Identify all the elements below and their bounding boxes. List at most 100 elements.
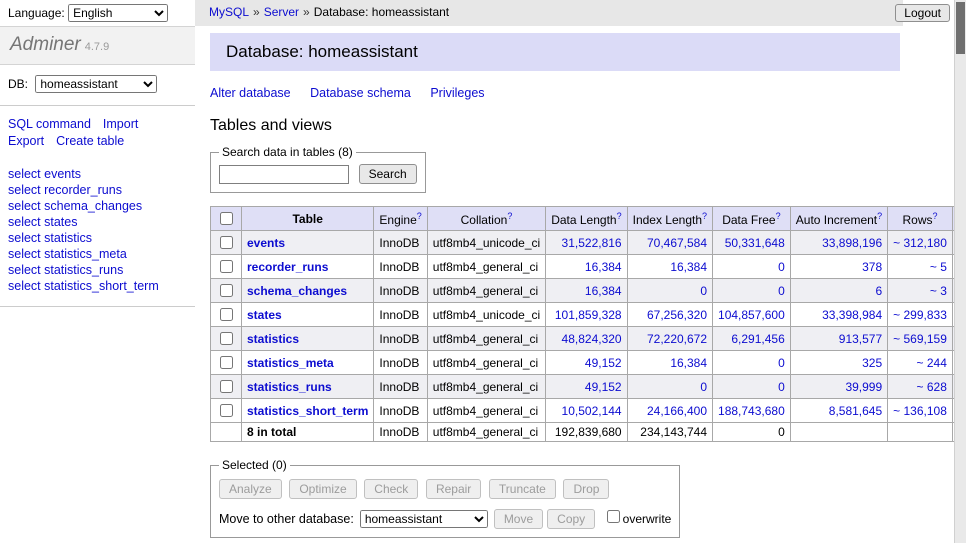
move-database-select[interactable]: homeassistant [360, 510, 488, 528]
row-checkbox[interactable] [220, 404, 233, 417]
row-checkbox[interactable] [220, 380, 233, 393]
sidebar-item-select-schema-changes[interactable]: select schema_changes [8, 198, 187, 214]
rows-count-link[interactable]: ~ 3 [930, 284, 947, 298]
select-all-checkbox[interactable] [220, 212, 233, 225]
data-free-link[interactable]: 0 [778, 380, 785, 394]
index-length-link[interactable]: 67,256,320 [647, 308, 707, 322]
help-link[interactable]: ? [877, 211, 882, 221]
index-length-link[interactable]: 24,166,400 [647, 404, 707, 418]
sidebar-item-select-events[interactable]: select events [8, 166, 187, 182]
rows-count-link[interactable]: ~ 5 [930, 260, 947, 274]
rows-count-link[interactable]: ~ 569,159 [893, 332, 947, 346]
alter-database-link[interactable]: Alter database [210, 86, 291, 100]
data-length-link[interactable]: 16,384 [585, 284, 622, 298]
table-link[interactable]: states [247, 308, 282, 322]
data-free-link[interactable]: 104,857,600 [718, 308, 785, 322]
help-link[interactable]: ? [417, 211, 422, 221]
help-link[interactable]: ? [507, 211, 512, 221]
table-link[interactable]: statistics [247, 332, 299, 346]
scrollbar-thumb[interactable] [956, 2, 965, 54]
app-version: 4.7.9 [85, 41, 109, 53]
data-length-link[interactable]: 10,502,144 [562, 404, 622, 418]
overwrite-checkbox[interactable] [607, 510, 620, 523]
table-link[interactable]: events [247, 236, 285, 250]
row-checkbox[interactable] [220, 332, 233, 345]
db-select[interactable]: homeassistant [35, 75, 157, 93]
auto-increment-link[interactable]: 913,577 [839, 332, 882, 346]
data-free-link[interactable]: 188,743,680 [718, 404, 785, 418]
auto-increment-link[interactable]: 8,581,645 [829, 404, 882, 418]
sidebar-export-link[interactable]: Export [8, 134, 44, 148]
data-length-link[interactable]: 31,522,816 [562, 236, 622, 250]
row-checkbox[interactable] [220, 236, 233, 249]
index-length-link[interactable]: 0 [700, 284, 707, 298]
rows-count-link[interactable]: ~ 628 [917, 380, 947, 394]
sidebar-item-select-recorder-runs[interactable]: select recorder_runs [8, 182, 187, 198]
index-length-link[interactable]: 72,220,672 [647, 332, 707, 346]
search-legend: Search data in tables (8) [219, 145, 356, 159]
data-length-link[interactable]: 101,859,328 [555, 308, 622, 322]
engine-cell: InnoDB [374, 231, 427, 255]
rows-count-link[interactable]: ~ 312,180 [893, 236, 947, 250]
data-free-link[interactable]: 50,331,648 [725, 236, 785, 250]
auto-increment-link[interactable]: 378 [862, 260, 882, 274]
data-length-link[interactable]: 49,152 [585, 356, 622, 370]
collation-cell: utf8mb4_unicode_ci [427, 303, 545, 327]
auto-increment-link[interactable]: 325 [862, 356, 882, 370]
rows-count-link[interactable]: ~ 136,108 [893, 404, 947, 418]
logout-button[interactable]: Logout [895, 4, 950, 22]
data-length-link[interactable]: 48,824,320 [562, 332, 622, 346]
data-free-link[interactable]: 6,291,456 [731, 332, 784, 346]
rows-count-link[interactable]: ~ 299,833 [893, 308, 947, 322]
help-link[interactable]: ? [933, 211, 938, 221]
sidebar-create-table-link[interactable]: Create table [56, 134, 124, 148]
row-checkbox[interactable] [220, 308, 233, 321]
auto-increment-link[interactable]: 33,898,196 [822, 236, 882, 250]
sidebar-item-select-states[interactable]: select states [8, 214, 187, 230]
table-link[interactable]: statistics_meta [247, 356, 334, 370]
sidebar-item-select-statistics-runs[interactable]: select statistics_runs [8, 262, 187, 278]
row-checkbox[interactable] [220, 356, 233, 369]
table-link[interactable]: statistics_runs [247, 380, 332, 394]
total-collation: utf8mb4_general_ci [427, 423, 545, 442]
auto-increment-link[interactable]: 39,999 [845, 380, 882, 394]
search-input[interactable] [219, 165, 349, 184]
col-header-rows-label: Rows [903, 213, 933, 227]
help-link[interactable]: ? [702, 211, 707, 221]
col-header-table-label: Table [292, 212, 322, 226]
table-link[interactable]: recorder_runs [247, 260, 328, 274]
data-length-link[interactable]: 16,384 [585, 260, 622, 274]
index-length-link[interactable]: 16,384 [670, 260, 707, 274]
row-checkbox[interactable] [220, 284, 233, 297]
table-link[interactable]: schema_changes [247, 284, 347, 298]
data-free-link[interactable]: 0 [778, 356, 785, 370]
row-checkbox[interactable] [220, 260, 233, 273]
total-data-free: 0 [713, 423, 791, 442]
auto-increment-link[interactable]: 33,398,984 [822, 308, 882, 322]
col-header-engine-label: Engine [379, 213, 416, 227]
overwrite-label[interactable]: overwrite [623, 512, 672, 526]
auto-increment-link[interactable]: 6 [875, 284, 882, 298]
search-button[interactable]: Search [359, 164, 417, 184]
table-link[interactable]: statistics_short_term [247, 404, 368, 418]
breadcrumb-server-link[interactable]: Server [264, 5, 299, 19]
privileges-link[interactable]: Privileges [430, 86, 484, 100]
data-free-link[interactable]: 0 [778, 284, 785, 298]
sidebar-item-select-statistics-meta[interactable]: select statistics_meta [8, 246, 187, 262]
sidebar-item-select-statistics-short-term[interactable]: select statistics_short_term [8, 278, 187, 294]
index-length-link[interactable]: 16,384 [670, 356, 707, 370]
index-length-link[interactable]: 70,467,584 [647, 236, 707, 250]
index-length-link[interactable]: 0 [700, 380, 707, 394]
vertical-scrollbar[interactable] [954, 0, 966, 543]
sidebar-import-link[interactable]: Import [103, 117, 138, 131]
sidebar-sql-command-link[interactable]: SQL command [8, 117, 91, 131]
breadcrumb-mysql-link[interactable]: MySQL [209, 5, 249, 19]
database-schema-link[interactable]: Database schema [310, 86, 411, 100]
data-length-link[interactable]: 49,152 [585, 380, 622, 394]
data-free-link[interactable]: 0 [778, 260, 785, 274]
language-select[interactable]: English [68, 4, 168, 22]
rows-count-link[interactable]: ~ 244 [917, 356, 947, 370]
sidebar-item-select-statistics[interactable]: select statistics [8, 230, 187, 246]
help-link[interactable]: ? [617, 211, 622, 221]
help-link[interactable]: ? [776, 211, 781, 221]
